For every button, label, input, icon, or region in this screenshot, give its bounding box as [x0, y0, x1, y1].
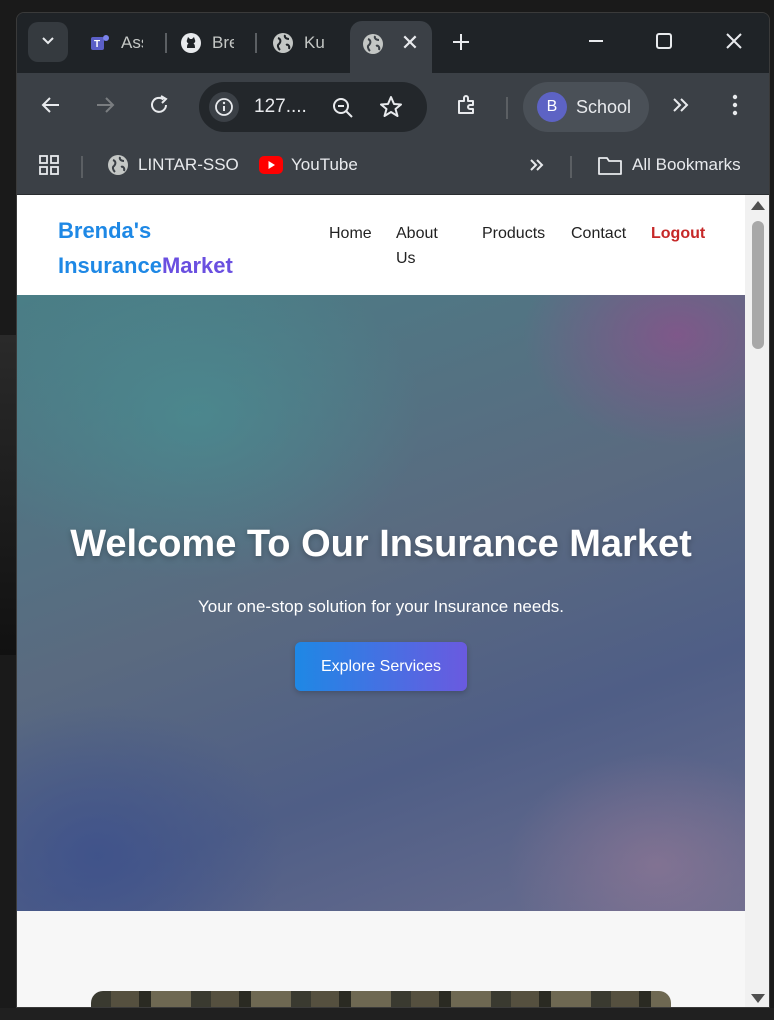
- extensions-button[interactable]: [449, 89, 485, 125]
- site-logo[interactable]: Brenda's InsuranceMarket: [58, 213, 233, 283]
- bookmarks-divider: [81, 156, 83, 178]
- tab-teams[interactable]: T Ass: [89, 23, 143, 63]
- profile-button[interactable]: B School: [523, 82, 649, 132]
- avatar: B: [537, 92, 567, 122]
- reload-button[interactable]: [141, 89, 177, 125]
- hero-section: Welcome To Our Insurance Market Your one…: [17, 295, 745, 911]
- tab-divider: [255, 33, 257, 53]
- address-bar[interactable]: 127....: [199, 82, 427, 132]
- minimize-button[interactable]: [573, 23, 619, 63]
- logo-market: Market: [161, 253, 233, 278]
- browser-window: T Ass Bre Ku ✕: [16, 12, 770, 1008]
- tab-divider: [165, 33, 167, 53]
- plus-icon: [451, 27, 471, 59]
- tab-label: Ass: [121, 33, 143, 52]
- hero-subtitle: Your one-stop solution for your Insuranc…: [197, 597, 565, 616]
- site-info-icon[interactable]: [209, 92, 239, 122]
- tab-ku[interactable]: Ku: [272, 23, 326, 63]
- chevron-double-right-icon: [670, 94, 692, 121]
- logo-line-1: Brenda's: [58, 218, 152, 243]
- reload-icon: [148, 94, 170, 121]
- bookmark-label: LINTAR-SSO: [138, 155, 239, 174]
- tab-search-button[interactable]: [28, 22, 68, 62]
- maximize-button[interactable]: [641, 23, 687, 63]
- teams-icon: T: [89, 32, 111, 54]
- explore-services-button[interactable]: Explore Services: [295, 642, 467, 691]
- chevron-down-icon: [40, 32, 56, 53]
- youtube-icon: [259, 153, 283, 177]
- scrollbar[interactable]: [745, 195, 769, 1007]
- nav-about[interactable]: About Us: [396, 221, 438, 271]
- all-bookmarks-label: All Bookmarks: [632, 155, 741, 174]
- browser-toolbar: 127.... B School: [17, 73, 769, 139]
- bookmark-youtube[interactable]: YouTube: [259, 151, 358, 179]
- menu-button[interactable]: [717, 89, 753, 125]
- scroll-up-icon[interactable]: [751, 201, 765, 210]
- nav-about-line-2: Us: [396, 250, 416, 267]
- toolbar-divider: [506, 97, 508, 119]
- maximize-icon: [655, 32, 673, 55]
- bookmark-star-icon[interactable]: [377, 93, 405, 121]
- forward-button[interactable]: [87, 89, 123, 125]
- tab-github[interactable]: Bre: [180, 23, 234, 63]
- minimize-icon: [587, 32, 605, 55]
- tab-active[interactable]: ✕: [350, 21, 432, 73]
- profile-name: School: [576, 96, 632, 117]
- close-window-button[interactable]: [711, 23, 757, 63]
- site-header: Brenda's InsuranceMarket Home About Us P…: [17, 195, 745, 295]
- back-button[interactable]: [33, 89, 69, 125]
- scroll-down-icon[interactable]: [751, 994, 765, 1003]
- services-section: [17, 911, 745, 1007]
- card-image: [91, 991, 671, 1007]
- bookmark-lintar-sso[interactable]: LINTAR-SSO: [106, 151, 239, 179]
- nav-contact[interactable]: Contact: [571, 221, 626, 246]
- svg-text:T: T: [94, 39, 100, 50]
- apps-grid-icon: [37, 153, 61, 177]
- chevron-double-right-icon: [525, 153, 549, 177]
- all-bookmarks-button[interactable]: All Bookmarks: [596, 151, 741, 179]
- taskbar: [0, 1008, 774, 1020]
- page-viewport: Brenda's InsuranceMarket Home About Us P…: [17, 195, 745, 1007]
- nav-about-line-1: About: [396, 225, 438, 242]
- github-icon: [180, 32, 202, 54]
- bookmark-label: YouTube: [291, 155, 358, 174]
- globe-icon: [362, 33, 384, 55]
- more-bookmarks-button[interactable]: [525, 151, 557, 179]
- nav-logout[interactable]: Logout: [651, 221, 705, 246]
- nav-products[interactable]: Products: [482, 221, 545, 246]
- kebab-menu-icon: [731, 93, 739, 122]
- bookmarks-divider: [570, 156, 572, 178]
- logo-insurance: Insurance: [58, 253, 162, 278]
- nav-home[interactable]: Home: [329, 221, 372, 246]
- scrollbar-thumb[interactable]: [752, 221, 764, 349]
- arrow-left-icon: [40, 94, 62, 121]
- url-text: 127....: [254, 96, 307, 117]
- apps-button[interactable]: [37, 151, 69, 179]
- close-icon: [725, 32, 743, 55]
- bookmarks-bar: LINTAR-SSO YouTube All Bookmarks: [17, 139, 769, 195]
- close-tab-icon[interactable]: ✕: [396, 29, 424, 57]
- globe-icon: [106, 153, 130, 177]
- new-tab-button[interactable]: [445, 27, 477, 59]
- zoom-out-icon[interactable]: [329, 94, 357, 122]
- puzzle-icon: [455, 93, 479, 122]
- tab-label: Bre: [212, 33, 234, 52]
- globe-icon: [272, 32, 294, 54]
- tab-label: Ku: [304, 33, 325, 52]
- more-toolbar-button[interactable]: [663, 89, 699, 125]
- hero-title: Welcome To Our Insurance Market: [70, 523, 692, 565]
- arrow-right-icon: [94, 94, 116, 121]
- folder-icon: [596, 153, 624, 177]
- tab-strip: T Ass Bre Ku ✕: [17, 13, 769, 73]
